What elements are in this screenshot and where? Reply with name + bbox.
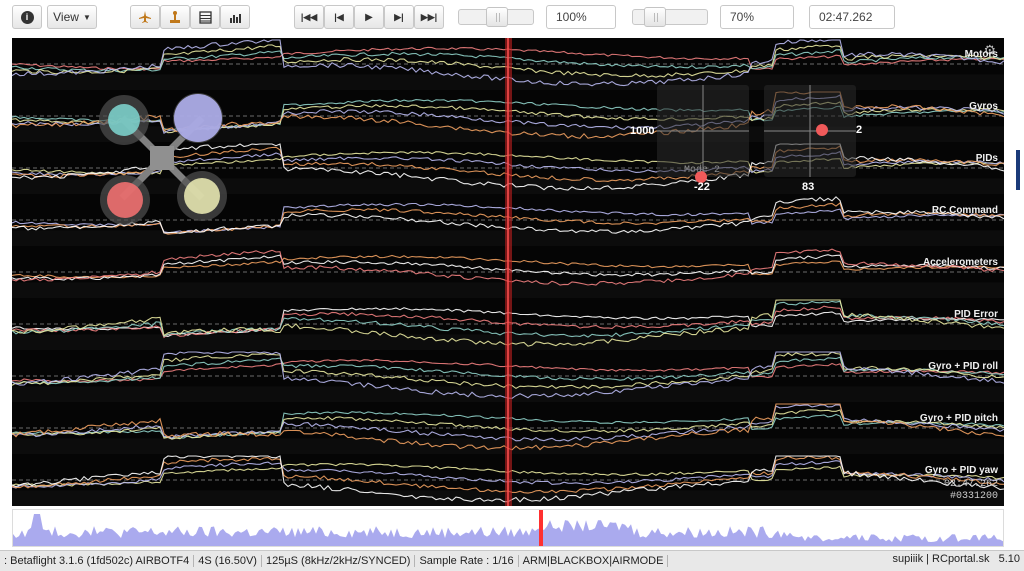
graph-label-motors: Motors bbox=[964, 49, 998, 60]
table-view-button[interactable] bbox=[190, 5, 220, 29]
seek-activity-area bbox=[13, 514, 1003, 546]
status-right: supiiik | RCportal.sk 5.10 bbox=[893, 553, 1020, 565]
throttle-value: 1000 bbox=[630, 125, 655, 137]
skip-end-button[interactable]: ▶▶| bbox=[414, 5, 444, 29]
skip-start-icon: |◀◀ bbox=[300, 11, 318, 22]
watermark: supiiik | RCportal.sk bbox=[892, 553, 990, 565]
overlay-frame: #0331200 bbox=[949, 491, 998, 502]
graph-label-gyro-pid-pitch: Gyro + PID pitch bbox=[919, 413, 998, 424]
toolbar: i View ▼ |◀◀ |◀ ▶ ▶| ▶▶| 100% 70% 02:47.… bbox=[0, 0, 1024, 36]
status-bar: : Betaflight 3.1.6 (1fd502c) AIRBOTF4 4S… bbox=[0, 550, 1024, 571]
seek-activity bbox=[13, 510, 1003, 546]
play-button[interactable]: ▶ bbox=[354, 5, 384, 29]
graph-label-pids: PIDs bbox=[975, 153, 998, 164]
status-version: 5.10 bbox=[998, 553, 1020, 565]
sticks-view-button[interactable] bbox=[160, 5, 190, 29]
graph-traces bbox=[12, 38, 1004, 506]
caret-down-icon: ▼ bbox=[82, 12, 91, 22]
time-field[interactable]: 02:47.262 bbox=[809, 5, 895, 29]
craft-body bbox=[150, 146, 174, 170]
motor-level bbox=[108, 104, 140, 136]
craft-view-button[interactable] bbox=[130, 5, 160, 29]
info-icon: i bbox=[20, 10, 34, 24]
right-stick-dot bbox=[816, 124, 828, 136]
pitch-value: 83 bbox=[802, 181, 815, 193]
graph-label-pid-error: PID Error bbox=[954, 309, 998, 320]
graph-label-gyro-pid-roll: Gyro + PID roll bbox=[928, 361, 998, 372]
analyser-view-button[interactable] bbox=[220, 5, 250, 29]
log-graph[interactable]: ⚙ Motors Gyros PIDs RC Command Accelerom… bbox=[12, 38, 1004, 506]
opacity-slider-handle[interactable] bbox=[643, 7, 666, 27]
seek-bar[interactable] bbox=[12, 509, 1004, 547]
step-back-button[interactable]: |◀ bbox=[324, 5, 354, 29]
zoom-slider-handle[interactable] bbox=[486, 7, 508, 27]
graph-label-gyro-pid-yaw: Gyro + PID yaw bbox=[924, 465, 998, 476]
motor-level bbox=[184, 178, 220, 214]
skip-end-icon: ▶▶| bbox=[420, 11, 438, 22]
step-back-icon: |◀ bbox=[334, 11, 344, 22]
table-icon bbox=[198, 10, 212, 24]
spectrum-icon bbox=[229, 13, 241, 23]
yaw-value: -22 bbox=[694, 181, 710, 193]
view-label: View bbox=[53, 10, 79, 24]
overlay-time: 02:47.262 bbox=[943, 479, 998, 490]
joystick-icon bbox=[170, 11, 180, 23]
graph-label-accelerometers: Accelerometers bbox=[922, 257, 998, 268]
opacity-slider[interactable] bbox=[632, 7, 708, 27]
status-firmware: : Betaflight 3.1.6 (1fd502c) AIRBOTF4 bbox=[0, 555, 195, 567]
info-button[interactable]: i bbox=[12, 5, 42, 29]
motor-level bbox=[174, 94, 222, 142]
step-forward-icon: ▶| bbox=[394, 11, 404, 22]
zoom-field[interactable]: 100% bbox=[546, 5, 616, 29]
graph-label-gyros: Gyros bbox=[969, 101, 998, 112]
view-menu-button[interactable]: View ▼ bbox=[47, 5, 97, 29]
step-forward-button[interactable]: ▶| bbox=[384, 5, 414, 29]
roll-value: 2 bbox=[856, 124, 863, 136]
aircraft-icon bbox=[139, 11, 151, 23]
status-battery: 4S (16.50V) bbox=[194, 555, 262, 567]
graph-label-rc-command: RC Command bbox=[931, 205, 998, 216]
zoom-slider[interactable] bbox=[458, 7, 534, 27]
status-looptime: 125µS (8kHz/2kHz/SYNCED) bbox=[262, 555, 416, 567]
seek-cursor bbox=[539, 510, 543, 546]
overlay-opacity-field[interactable]: 70% bbox=[720, 5, 794, 29]
stick-mode-label: Mode 2 bbox=[684, 165, 721, 176]
status-sample-rate: Sample Rate : 1/16 bbox=[415, 555, 519, 567]
skip-start-button[interactable]: |◀◀ bbox=[294, 5, 324, 29]
play-icon: ▶ bbox=[365, 11, 373, 23]
motor-level bbox=[107, 182, 143, 218]
status-flags: ARM|BLACKBOX|AIRMODE bbox=[519, 555, 669, 567]
scrollbar-thumb[interactable] bbox=[1016, 150, 1020, 190]
